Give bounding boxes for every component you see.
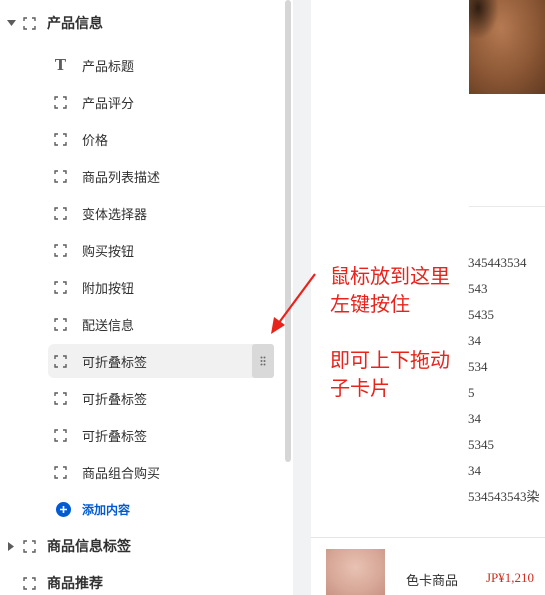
content-line: 345443534	[468, 255, 527, 270]
bracket-icon	[54, 169, 67, 183]
block-price[interactable]: 价格	[48, 122, 274, 156]
block-label: 商品组合购买	[82, 465, 161, 481]
annotation-line-1: 鼠标放到这里	[330, 266, 450, 288]
block-product-title[interactable]: T 产品标题	[48, 48, 274, 82]
section-label: 产品信息	[47, 15, 103, 31]
collapsible-content: 345443534 543 5435 34 534 5 34 5345 34 5…	[468, 254, 545, 514]
block-buy-buttons[interactable]: 购买按钮	[48, 233, 274, 267]
section-label: 商品推荐	[47, 575, 103, 591]
bracket-icon	[54, 391, 67, 405]
content-line: 34	[468, 411, 481, 426]
block-collapsible-tab[interactable]: 可折叠标签	[48, 418, 274, 452]
sticky-bar-divider	[311, 537, 545, 538]
bracket-icon	[54, 206, 67, 220]
content-line: 543	[468, 281, 488, 296]
caret-right-icon[interactable]	[6, 541, 16, 551]
content-line: 34	[468, 333, 481, 348]
block-variant-picker[interactable]: 变体选择器	[48, 196, 274, 230]
section-icon	[23, 16, 36, 30]
annotation-line-2: 左键按住	[330, 294, 410, 316]
bracket-icon	[54, 95, 67, 109]
section-icon	[23, 576, 36, 590]
bracket-icon	[54, 280, 67, 294]
bracket-icon	[54, 428, 67, 442]
block-bundle-purchase[interactable]: 商品组合购买	[48, 455, 274, 489]
block-list-description[interactable]: 商品列表描述	[48, 159, 274, 193]
caret-down-icon[interactable]	[6, 18, 16, 28]
product-image-shading	[469, 0, 499, 40]
block-label: 可折叠标签	[82, 428, 148, 444]
sidebar-scrollbar-thumb[interactable]	[285, 0, 291, 462]
sticky-product-title: 色卡商品	[406, 573, 459, 588]
bracket-icon	[54, 354, 67, 368]
block-label: 可折叠标签	[82, 354, 148, 370]
drag-handle-icon[interactable]	[252, 344, 274, 378]
annotation-line-3: 即可上下拖动	[330, 350, 450, 372]
text-icon: T	[54, 55, 67, 74]
sticky-product-thumbnail	[326, 549, 385, 595]
bracket-icon	[54, 317, 67, 331]
section-icon	[23, 539, 36, 553]
block-collapsible-tab-active[interactable]: 可折叠标签	[48, 344, 274, 378]
section-label: 商品信息标签	[47, 538, 131, 554]
block-label: 购买按钮	[82, 243, 135, 259]
block-label: 变体选择器	[82, 206, 148, 222]
content-line: 5	[468, 385, 475, 400]
bracket-icon	[54, 243, 67, 257]
block-label: 商品列表描述	[82, 169, 161, 185]
section-product-info[interactable]: 产品信息	[0, 11, 103, 35]
block-label: 配送信息	[82, 317, 135, 333]
content-line: 34	[468, 463, 481, 478]
block-shipping-info[interactable]: 配送信息	[48, 307, 274, 341]
section-product-recommendations[interactable]: 商品推荐	[0, 571, 103, 595]
block-label: 价格	[82, 132, 109, 148]
divider	[469, 206, 545, 207]
bracket-icon	[54, 132, 67, 146]
block-label: 产品标题	[82, 58, 135, 74]
block-label: 附加按钮	[82, 280, 135, 296]
bracket-icon	[54, 465, 67, 479]
content-line: 5345	[468, 437, 494, 452]
sticky-product-price: JP¥1,210	[486, 570, 535, 585]
content-line: 5435	[468, 307, 494, 322]
add-content-button[interactable]: 添加内容	[56, 500, 130, 518]
annotation-arrow-icon	[271, 273, 316, 334]
theme-editor-sidebar: 产品信息 T 产品标题 产品评分 价格 商品列表描述 变体选择器 购买按钮 附加…	[0, 0, 283, 595]
annotation-line-4: 子卡片	[330, 378, 390, 400]
caret-right-icon[interactable]	[6, 578, 16, 588]
block-label: 可折叠标签	[82, 391, 148, 407]
section-product-info-tabs[interactable]: 商品信息标签	[0, 534, 131, 558]
content-line: 534543543染	[468, 489, 540, 504]
block-label: 产品评分	[82, 95, 135, 111]
block-collapsible-tab[interactable]: 可折叠标签	[48, 381, 274, 415]
add-content-label: 添加内容	[82, 502, 131, 517]
block-extra-button[interactable]: 附加按钮	[48, 270, 274, 304]
plus-circle-icon	[56, 501, 71, 517]
content-line: 534	[468, 359, 488, 374]
block-product-rating[interactable]: 产品评分	[48, 85, 274, 119]
